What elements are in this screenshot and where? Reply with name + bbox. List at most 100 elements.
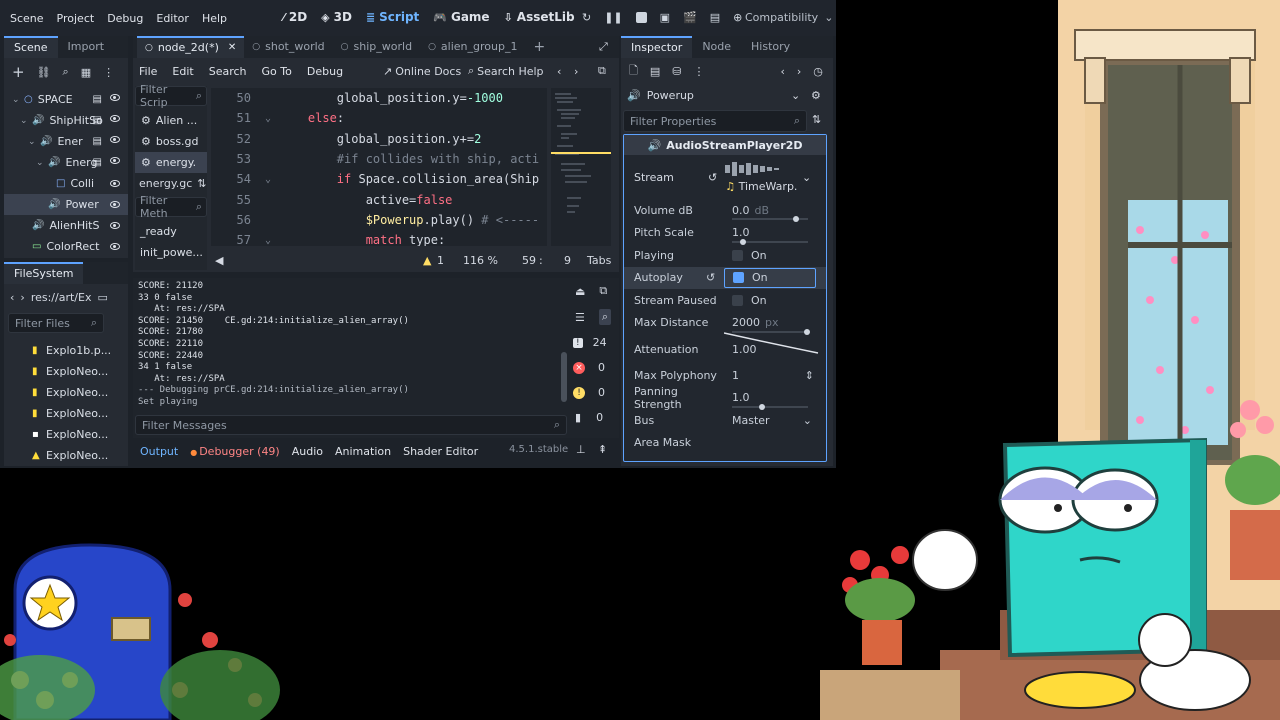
chevron-down-icon[interactable]: ⌄ [802, 171, 811, 184]
visibility-eye-icon[interactable] [110, 94, 120, 101]
warning-icon[interactable]: ▲ [423, 254, 431, 267]
remote-debug-icon[interactable]: ▣ [660, 11, 670, 24]
menu-help[interactable]: Help [202, 12, 227, 25]
script-icon[interactable]: ▤ [93, 136, 102, 147]
fold-arrow-icon[interactable] [265, 154, 279, 165]
prop-value[interactable] [724, 433, 816, 453]
visibility-eye-icon[interactable] [110, 115, 120, 122]
filter-messages-input[interactable]: Filter Messages ⌕ [135, 415, 567, 435]
search-help-button[interactable]: ⌕ Search Help [468, 64, 544, 78]
tab-history[interactable]: History [741, 36, 800, 58]
visibility-eye-icon[interactable] [110, 222, 120, 229]
prop-value[interactable]: 1.0 [724, 388, 816, 410]
script-menu-go-to[interactable]: Go To [262, 65, 292, 78]
file-item[interactable]: ▮ ExploNeo... [32, 403, 128, 424]
next-script-icon[interactable]: › [574, 65, 578, 78]
link-icon[interactable]: ⛓ [37, 66, 51, 79]
add-node-icon[interactable]: + [12, 63, 25, 81]
tab-inspector[interactable]: Inspector [621, 36, 693, 58]
expand-arrow-icon[interactable]: ⌄ [12, 95, 22, 105]
maximize-icon[interactable]: ⤢ [599, 40, 608, 54]
prop-value[interactable]: Master ⌄ [724, 410, 816, 430]
split-view-icon[interactable]: ▭ [97, 291, 107, 304]
revert-icon[interactable]: ↺ [708, 171, 717, 184]
visibility-eye-icon[interactable] [110, 180, 120, 187]
expand-arrow-icon[interactable]: ⌄ [20, 116, 30, 126]
workspace-3d-button[interactable]: ◈ 3D [321, 10, 352, 24]
add-tab-icon[interactable]: + [533, 39, 545, 55]
collapse-panel-icon[interactable]: ◀ [215, 254, 223, 267]
scene-node-3[interactable]: ⌄ 🔊 Energ ▤ [4, 152, 128, 173]
file-item[interactable]: ▮ Explo1b.p... [32, 340, 128, 361]
pause-icon[interactable]: ❚❚ [604, 11, 622, 24]
stop-icon[interactable] [635, 12, 647, 23]
new-resource-icon[interactable]: 🗋 [629, 62, 638, 81]
scene-node-7[interactable]: ▭ ColorRect [4, 236, 128, 257]
value-slider[interactable] [732, 403, 808, 410]
reload-icon[interactable]: ↻ [582, 11, 591, 24]
checkbox-icon[interactable] [732, 294, 743, 306]
class-header[interactable]: 🔊 AudioStreamPlayer2D [624, 135, 826, 155]
fold-arrow-icon[interactable] [265, 194, 279, 205]
filter-messages-toggle[interactable]: ! 24 [571, 330, 619, 355]
fold-arrow-icon[interactable]: ⌄ [265, 113, 279, 124]
scene-node-4[interactable]: □ Colli [4, 173, 128, 194]
more-icon[interactable]: ⋮ [693, 65, 704, 78]
copy-icon[interactable]: ⧉ [599, 284, 607, 298]
filter-methods-input[interactable]: Filter Meth ⌕ [135, 194, 207, 220]
script-list-item[interactable]: ⚙ boss.gd [135, 131, 207, 152]
script-tab[interactable]: ○ shot_world [244, 36, 332, 58]
prop-value[interactable]: On [724, 290, 816, 310]
script-list-item[interactable]: ⚙ energy. [135, 152, 207, 173]
filter-scripts-input[interactable]: Filter Scrip ⌕ [135, 83, 207, 109]
visibility-eye-icon[interactable] [110, 201, 120, 208]
filter-errors-toggle[interactable]: × 0 [571, 355, 619, 380]
tab-node[interactable]: Node [692, 36, 741, 58]
workspace-2d-button[interactable]: ⁄ 2D [283, 10, 307, 24]
filter-info-toggle[interactable]: ▮ 0 [571, 405, 619, 430]
more-icon[interactable]: ⋮ [103, 66, 114, 79]
renderer-selector[interactable]: Compatibility ⌄ [745, 11, 833, 24]
prop-value[interactable]: On [724, 245, 816, 265]
history-back-icon[interactable]: ‹ [780, 65, 784, 78]
expand-arrow-icon[interactable]: ⌄ [28, 137, 38, 147]
script-menu-edit[interactable]: Edit [172, 65, 193, 78]
pin-icon[interactable]: ⊥ [576, 443, 586, 456]
file-item[interactable]: ▮ ExploNeo... [32, 361, 128, 382]
run-current-scene-icon[interactable]: 🎬 [683, 11, 697, 24]
stream-resource[interactable]: ♫ TimeWarp. [725, 161, 797, 193]
code-editor[interactable]: 50 global_position.y=-1000 51 ⌄ else: 52 gl… [211, 88, 547, 246]
workspace-assetlib-button[interactable]: ⇩ AssetLib [504, 10, 575, 24]
zoom-level[interactable]: 116 % [463, 254, 498, 267]
spacer[interactable]: ⌄ [36, 158, 46, 168]
value-slider[interactable] [732, 238, 808, 245]
prop-value[interactable]: 1.00 [724, 332, 819, 359]
search-icon[interactable]: ⌕ [63, 65, 69, 79]
visibility-eye-icon[interactable] [110, 136, 120, 143]
float-window-icon[interactable]: ⧉ [598, 64, 606, 78]
method-item[interactable]: init_powe... [140, 242, 207, 263]
bottom-tab-shader[interactable]: Shader Editor [403, 445, 478, 458]
script-tab[interactable]: ○ node_2d(*) ✕ [137, 36, 245, 58]
value-slider[interactable] [732, 216, 808, 223]
collapse-duplicates-icon[interactable]: ☰ [575, 311, 585, 324]
online-docs-button[interactable]: ↗ Online Docs [383, 65, 461, 78]
menu-editor[interactable]: Editor [156, 12, 189, 25]
script-icon[interactable]: ▤ [93, 157, 102, 168]
scene-node-1[interactable]: ⌄ 🔊 ShipHitSo ▤ [4, 110, 128, 131]
menu-debug[interactable]: Debug [107, 12, 143, 25]
open-folder-icon[interactable]: ▤ [650, 65, 660, 78]
menu-scene[interactable]: Scene [10, 12, 44, 25]
object-history-icon[interactable]: ◷ [813, 65, 823, 78]
file-item[interactable]: ▪ ExploNeo... [32, 424, 128, 445]
fold-arrow-icon[interactable]: ⌄ [265, 174, 279, 185]
tools-icon[interactable]: ⚙ [811, 89, 821, 102]
scene-node-5[interactable]: 🔊 Power [4, 194, 128, 215]
sort-icon[interactable]: ⇅ [197, 177, 206, 190]
search-icon[interactable]: ⌕ [598, 309, 612, 325]
forward-arrow-icon[interactable]: › [20, 291, 24, 304]
script-menu-debug[interactable]: Debug [307, 65, 343, 78]
save-icon[interactable]: ⛁ [672, 65, 681, 78]
history-forward-icon[interactable]: › [797, 65, 801, 78]
filter-files-input[interactable]: Filter Files ⌕ [8, 313, 104, 333]
